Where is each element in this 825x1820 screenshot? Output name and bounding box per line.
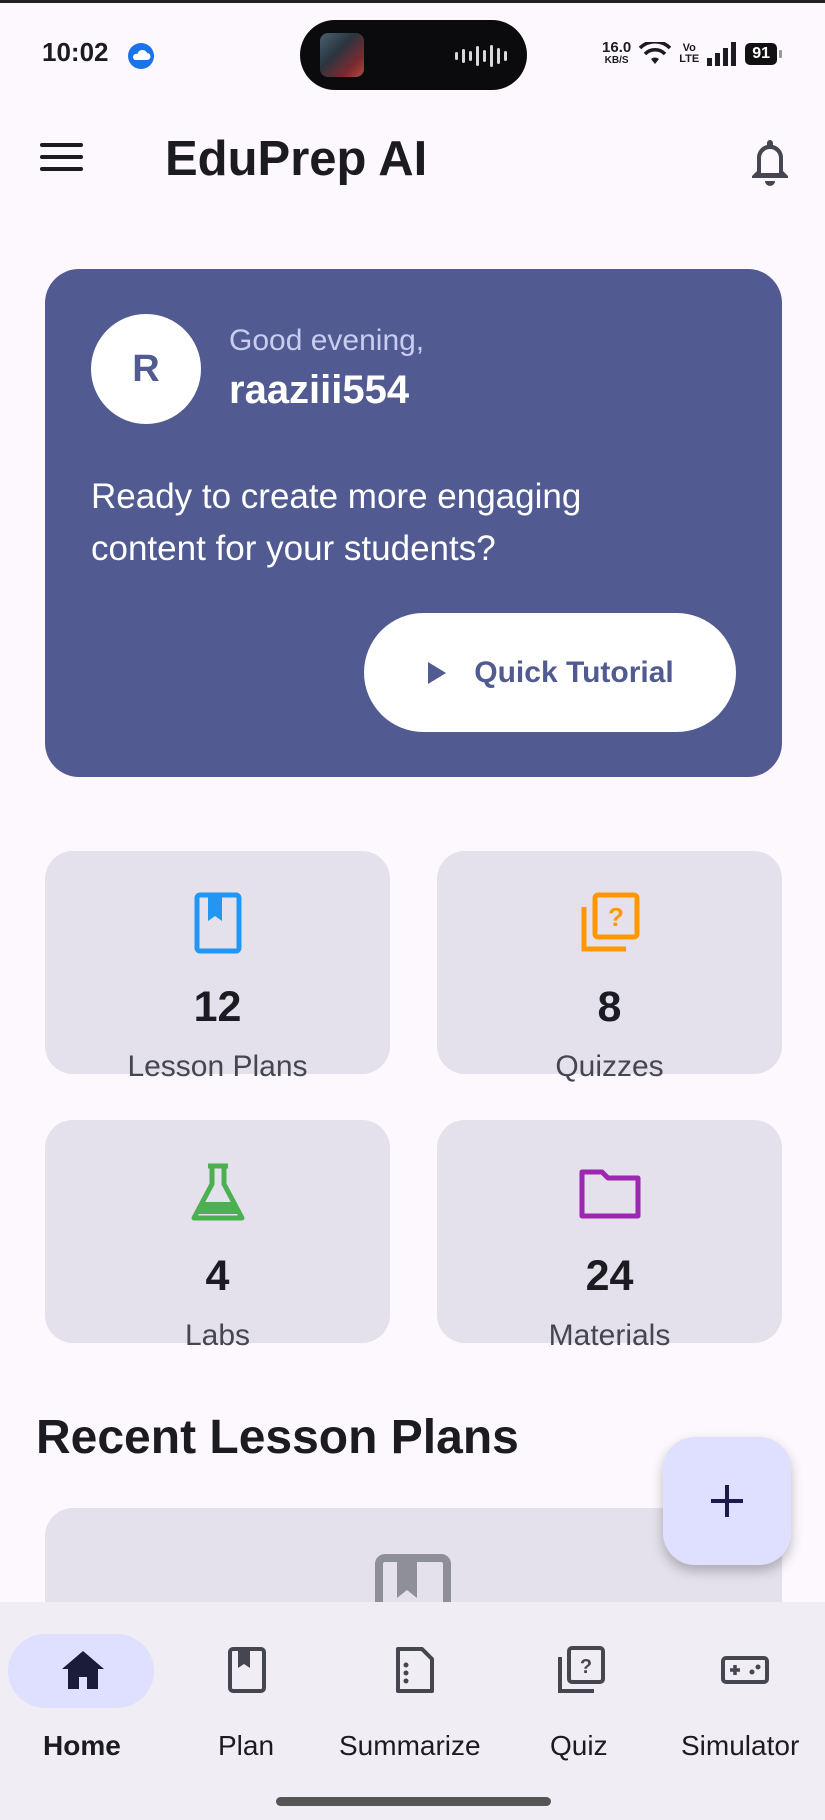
stat-label: Labs <box>184 1319 251 1352</box>
username: raaziii554 <box>229 368 410 412</box>
hamburger-menu-icon <box>40 143 86 171</box>
summarize-icon <box>396 1647 434 1693</box>
cloud-icon <box>128 43 154 69</box>
audio-wave-icon <box>455 45 507 67</box>
stat-value: 24 <box>585 1252 634 1300</box>
stat-value: 12 <box>193 983 242 1031</box>
flask-icon <box>191 1163 244 1221</box>
stat-value: 4 <box>205 1252 230 1300</box>
stat-card-lesson-plans[interactable]: 12 Lesson Plans <box>45 851 390 1083</box>
nav-label-quiz: Quiz <box>550 1730 608 1761</box>
media-thumbnail <box>320 33 364 77</box>
stat-card-materials[interactable]: 24 Materials <box>437 1120 782 1352</box>
stat-label: Lesson Plans <box>127 1050 308 1083</box>
network-speed: 16.0 KB/S <box>602 39 632 66</box>
nav-simulator[interactable]: Simulator <box>678 1602 818 1762</box>
book-icon <box>228 1647 266 1693</box>
svg-text:?: ? <box>608 902 624 932</box>
stat-label: Quizzes <box>555 1050 664 1083</box>
nav-home[interactable]: Home <box>8 1602 158 1762</box>
stat-card-labs[interactable]: 4 Labs <box>45 1120 390 1352</box>
welcome-message: Ready to create more engaging content fo… <box>91 477 582 568</box>
status-bar: 10:02 16.0 KB/S Vo LTE 91 <box>0 3 825 103</box>
wifi-icon <box>639 42 672 64</box>
app-title: EduPrep AI <box>165 132 428 186</box>
quiz-icon: ? <box>558 1646 605 1693</box>
add-button[interactable] <box>663 1437 791 1565</box>
home-indicator[interactable] <box>276 1797 551 1806</box>
battery-indicator: 91 <box>745 43 782 65</box>
greeting-text: Good evening, <box>229 324 425 357</box>
signal-icon <box>707 42 737 66</box>
folder-icon <box>579 1169 640 1219</box>
app-bar: EduPrep AI <box>0 110 825 210</box>
nav-label-home: Home <box>43 1730 121 1761</box>
status-indicators: 16.0 KB/S Vo LTE 91 <box>602 39 782 67</box>
recent-lesson-plans-title: Recent Lesson Plans <box>36 1411 519 1464</box>
notifications-button[interactable] <box>745 134 795 188</box>
nav-label-summarize: Summarize <box>339 1730 481 1761</box>
stat-value: 8 <box>597 983 622 1031</box>
play-icon <box>428 661 447 684</box>
nav-label-plan: Plan <box>218 1730 275 1761</box>
quick-tutorial-label: Quick Tutorial <box>474 655 674 689</box>
svg-text:?: ? <box>580 1656 592 1678</box>
bell-icon <box>752 140 788 186</box>
menu-button[interactable] <box>40 143 86 179</box>
home-icon <box>62 1651 104 1689</box>
quick-tutorial-button[interactable]: Quick Tutorial <box>364 613 736 732</box>
gamepad-icon <box>721 1656 769 1684</box>
book-icon <box>194 892 241 954</box>
nav-label-simulator: Simulator <box>681 1730 800 1761</box>
nav-plan[interactable]: Plan <box>200 1602 295 1762</box>
stat-card-quizzes[interactable]: ? 8 Quizzes <box>437 851 782 1083</box>
volte-indicator: Vo LTE <box>679 42 700 65</box>
nav-quiz[interactable]: ? Quiz <box>545 1602 615 1762</box>
nav-summarize[interactable]: Summarize <box>335 1602 495 1762</box>
avatar[interactable]: R <box>91 314 201 424</box>
status-time: 10:02 <box>42 37 109 67</box>
stat-label: Materials <box>548 1319 671 1352</box>
bottom-navigation: Home Plan Summarize ? Quiz Simulator <box>0 1602 825 1820</box>
dynamic-island[interactable] <box>300 20 527 90</box>
welcome-card: R Good evening, raaziii554 Ready to crea… <box>45 269 782 777</box>
plus-icon <box>711 1485 743 1517</box>
quiz-icon: ? <box>581 892 639 952</box>
